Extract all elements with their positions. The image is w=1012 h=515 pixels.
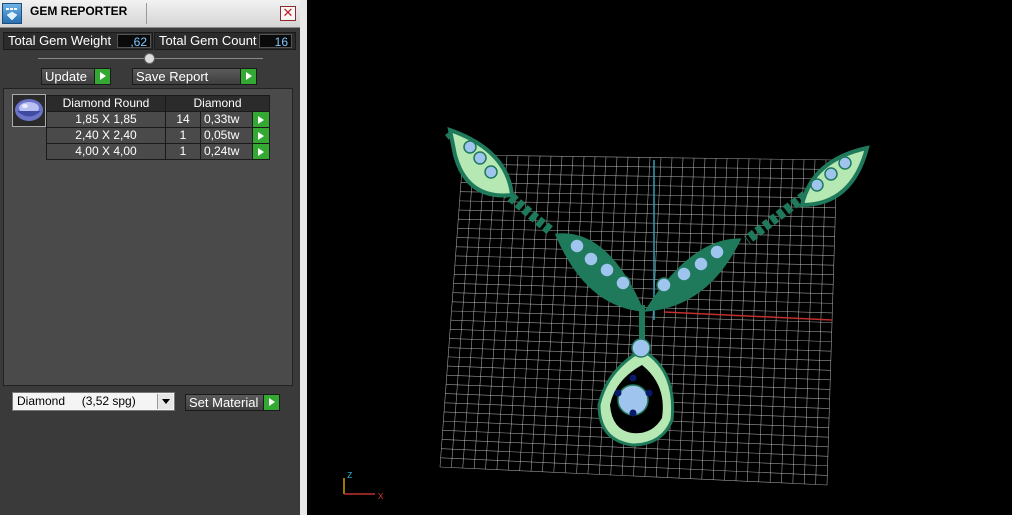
3d-scene[interactable] bbox=[307, 0, 1012, 515]
gem-stone bbox=[676, 266, 692, 282]
gem-count: 14 bbox=[165, 111, 201, 128]
gem-stone bbox=[810, 178, 824, 192]
gem-size: 4,00 X 4,00 bbox=[46, 143, 166, 160]
x-axis-line bbox=[663, 311, 833, 321]
gem-stone bbox=[599, 262, 615, 278]
gem-weight: 0,24tw bbox=[200, 143, 253, 160]
axis-z-label: z bbox=[347, 469, 353, 481]
prong bbox=[629, 374, 637, 382]
gem-stone bbox=[569, 238, 585, 254]
total-gem-weight-value: ,62 bbox=[117, 34, 151, 49]
play-arrow-icon bbox=[263, 395, 279, 410]
save-report-button[interactable]: Save Report bbox=[132, 68, 257, 85]
gem-stone bbox=[615, 275, 631, 291]
table-row[interactable]: 1,85 X 1,85 14 0,33tw bbox=[46, 111, 270, 128]
window-title: GEM REPORTER bbox=[30, 4, 128, 18]
gem-count: 1 bbox=[165, 143, 201, 160]
panel-divider[interactable] bbox=[300, 0, 307, 515]
gem-size: 1,85 X 1,85 bbox=[46, 111, 166, 128]
set-material-button[interactable]: Set Material bbox=[185, 394, 280, 411]
table-row[interactable]: 4,00 X 4,00 1 0,24tw bbox=[46, 143, 270, 160]
grid-line bbox=[439, 466, 828, 486]
axis-x-label: x bbox=[378, 490, 384, 502]
material-select[interactable]: Diamond (3,52 spg) bbox=[12, 392, 175, 411]
gem-count: 1 bbox=[165, 127, 201, 144]
total-gem-count-label: Total Gem Count bbox=[159, 33, 257, 48]
set-material-button-label: Set Material bbox=[189, 395, 259, 410]
gem-stone bbox=[473, 151, 487, 165]
gem-reporter-panel: GEM REPORTER ✕ Total Gem Weight ,62 Tota… bbox=[0, 0, 300, 515]
row-go-button[interactable] bbox=[252, 143, 270, 160]
close-icon: ✕ bbox=[282, 5, 294, 20]
row-go-button[interactable] bbox=[252, 127, 270, 144]
header-gem-shape: Diamond Round bbox=[46, 95, 166, 112]
gem-stone bbox=[656, 277, 672, 293]
gem-stone bbox=[463, 140, 477, 154]
table-row[interactable]: 2,40 X 2,40 1 0,05tw bbox=[46, 127, 270, 144]
total-gem-weight: Total Gem Weight ,62 bbox=[3, 32, 153, 50]
gem-stone bbox=[583, 251, 599, 267]
prong bbox=[629, 409, 637, 417]
total-gem-weight-label: Total Gem Weight bbox=[8, 33, 112, 48]
gem-report-table: Diamond Round Diamond 1,85 X 1,85 14 0,3… bbox=[46, 95, 270, 160]
gem-weight: 0,05tw bbox=[200, 127, 253, 144]
gem-size: 2,40 X 2,40 bbox=[46, 127, 166, 144]
grid-line bbox=[440, 457, 828, 476]
update-button[interactable]: Update bbox=[41, 68, 111, 85]
close-button[interactable]: ✕ bbox=[280, 6, 296, 21]
title-separator bbox=[146, 3, 147, 24]
total-gem-count-value: 16 bbox=[259, 34, 292, 49]
row-go-button[interactable] bbox=[252, 111, 270, 128]
gem-stone bbox=[824, 167, 838, 181]
gem-round-icon bbox=[12, 94, 46, 127]
play-arrow-icon bbox=[94, 69, 110, 84]
save-report-button-label: Save Report bbox=[136, 69, 209, 84]
gem-stone bbox=[709, 244, 725, 260]
prong bbox=[645, 389, 653, 397]
header-gem-material: Diamond bbox=[165, 95, 270, 112]
update-button-label: Update bbox=[45, 69, 87, 84]
material-select-value: Diamond (3,52 spg) bbox=[17, 394, 136, 408]
total-gem-count: Total Gem Count 16 bbox=[154, 32, 296, 50]
table-header-row: Diamond Round Diamond bbox=[46, 95, 270, 112]
gem-stone bbox=[693, 256, 709, 272]
gem-stone bbox=[631, 338, 651, 358]
gem-weight: 0,33tw bbox=[200, 111, 253, 128]
gem-reporter-app-icon bbox=[2, 3, 22, 24]
title-bar: GEM REPORTER ✕ bbox=[0, 0, 300, 28]
3d-viewport[interactable]: z x bbox=[307, 0, 1012, 515]
prong bbox=[614, 389, 622, 397]
gem-stone bbox=[484, 165, 498, 179]
chevron-down-icon[interactable] bbox=[157, 394, 173, 409]
gem-stone bbox=[838, 156, 852, 170]
play-arrow-icon bbox=[240, 69, 256, 84]
gem-report-list: Diamond Round Diamond 1,85 X 1,85 14 0,3… bbox=[3, 88, 293, 386]
panel-slider-handle[interactable] bbox=[144, 53, 155, 64]
grid-line bbox=[441, 448, 828, 467]
